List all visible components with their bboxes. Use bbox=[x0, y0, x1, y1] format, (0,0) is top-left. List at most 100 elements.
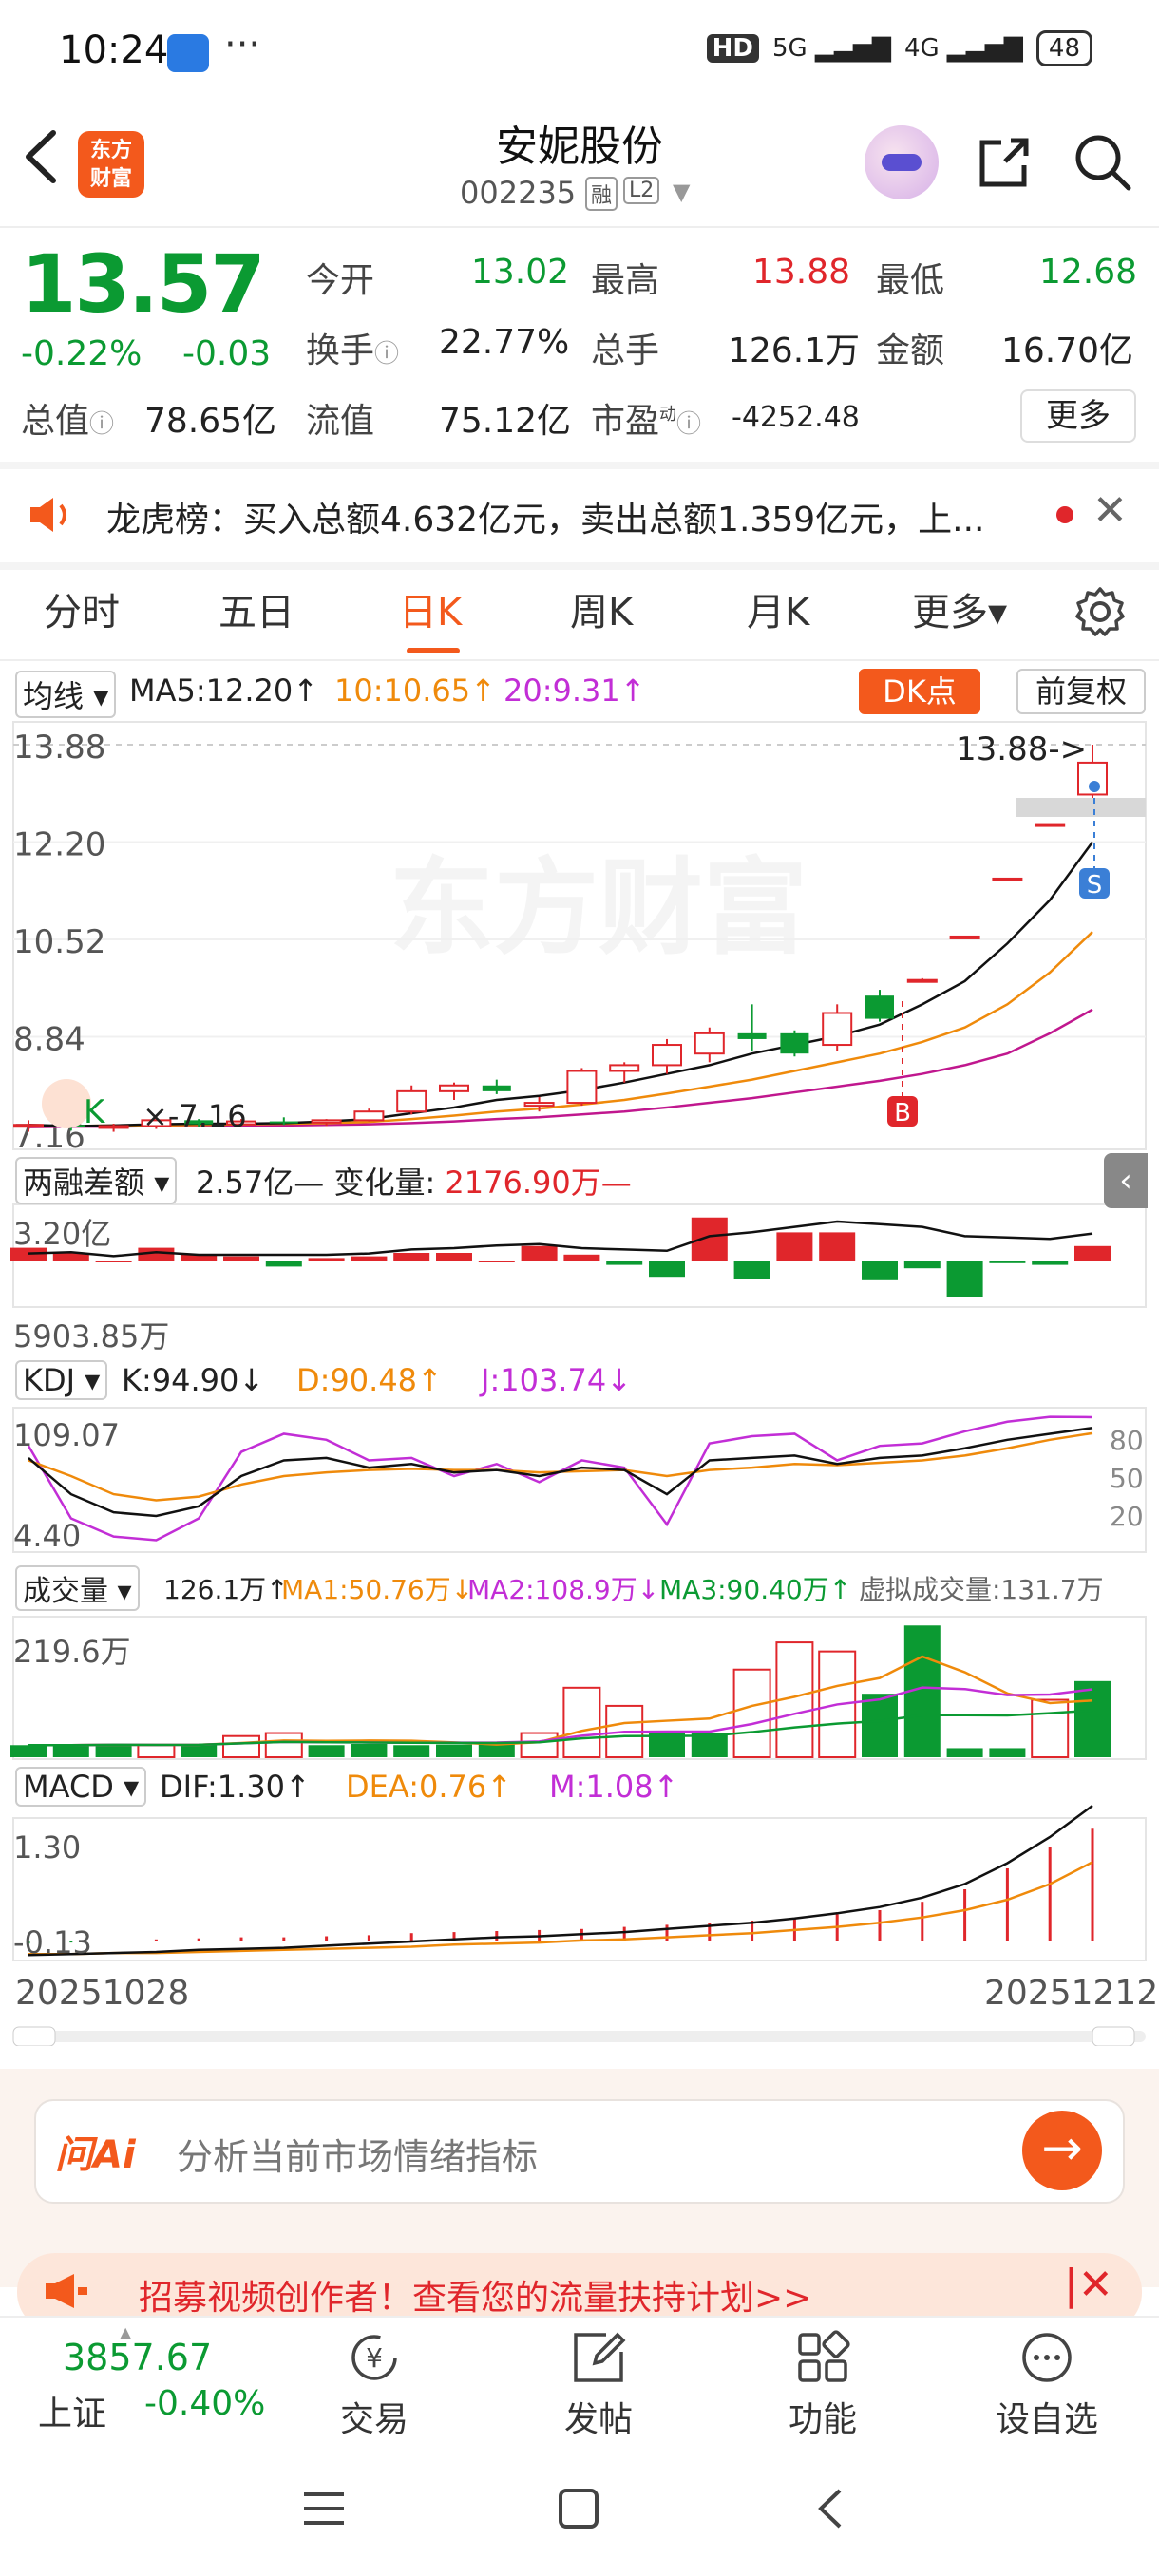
margin-bar bbox=[606, 1261, 643, 1265]
menu-icon[interactable] bbox=[302, 2489, 346, 2532]
candle-body bbox=[992, 877, 1023, 881]
margin-badge: 融 bbox=[585, 177, 618, 211]
margin-bar bbox=[393, 1253, 430, 1261]
nav-trade[interactable]: ¥ 交易 bbox=[308, 2318, 441, 2441]
ma10-readout: 10:10.65↑ bbox=[334, 672, 496, 709]
turnover-label: 换手ⓘ bbox=[306, 331, 400, 370]
more-circle-icon bbox=[1016, 2327, 1077, 2388]
news-ticker[interactable]: 龙虎榜：买入总额4.632亿元，卖出总额1.359亿元，上... bbox=[106, 492, 1018, 541]
ma20-readout: 20:9.31↑ bbox=[504, 672, 646, 709]
amount-value: 16.70亿 bbox=[1001, 331, 1134, 370]
kdj-j-line bbox=[27, 1415, 1093, 1542]
caret-down-icon[interactable]: ▼ bbox=[673, 179, 690, 205]
low-label: 最低 bbox=[876, 261, 945, 300]
candle-body bbox=[906, 978, 938, 983]
total-cap-label: 总值ⓘ bbox=[21, 402, 115, 441]
margin-y-top: 3.20亿 bbox=[13, 1216, 111, 1252]
margin-bar bbox=[478, 1261, 515, 1262]
candle-body bbox=[949, 935, 980, 939]
promo-close-icon[interactable]: |✕ bbox=[1064, 2261, 1113, 2309]
macd-y-top: 1.30 bbox=[13, 1829, 81, 1866]
status-more-dots: ··· bbox=[224, 23, 261, 66]
margin-bar bbox=[1032, 1261, 1069, 1265]
macd-dea-readout: DEA:0.76↑ bbox=[346, 1769, 513, 1805]
margin-bar bbox=[819, 1232, 856, 1261]
robot-visor bbox=[882, 154, 922, 171]
volume-ma1: MA1:50.76万↓ bbox=[281, 1574, 474, 1605]
tab-active-underline bbox=[407, 648, 460, 653]
tab-more[interactable]: 更多▾ bbox=[912, 581, 1007, 636]
unread-dot bbox=[1056, 506, 1074, 523]
nav-post[interactable]: 发帖 bbox=[532, 2318, 665, 2441]
macd-selector[interactable]: MACD ▾ bbox=[15, 1767, 147, 1807]
index-name[interactable]: 上证 bbox=[38, 2386, 106, 2435]
macd-dif-line bbox=[28, 1804, 1093, 1957]
close-icon[interactable]: ✕ bbox=[1092, 486, 1128, 535]
margin-bar bbox=[563, 1254, 600, 1261]
collapse-panel-icon[interactable]: ‹ bbox=[1104, 1153, 1148, 1208]
sell-mark-label: S bbox=[1087, 871, 1103, 900]
kdj-selector[interactable]: KDJ ▾ bbox=[15, 1360, 108, 1400]
ma-selector[interactable]: 均线 ▾ bbox=[15, 671, 117, 718]
svg-text:¥: ¥ bbox=[366, 2342, 383, 2374]
kline-y-label: 10.52 bbox=[13, 923, 105, 961]
kdj-d-readout: D:90.48↑ bbox=[296, 1362, 443, 1398]
macd-dif-readout: DIF:1.30↑ bbox=[160, 1769, 311, 1805]
volume-bar bbox=[351, 1744, 388, 1757]
volume-bar bbox=[989, 1748, 1026, 1757]
margin-bar bbox=[946, 1261, 983, 1297]
volume-selector[interactable]: 成交量 ▾ bbox=[15, 1565, 140, 1611]
volume-bar bbox=[137, 1744, 176, 1758]
scrollbar-track bbox=[13, 2031, 1146, 2042]
search-icon[interactable] bbox=[1074, 133, 1132, 192]
status-time: 10:24 bbox=[59, 28, 169, 72]
index-percent[interactable]: -0.40% bbox=[144, 2384, 265, 2423]
tab-daily-k[interactable]: 日K bbox=[399, 581, 462, 636]
dk-point-button[interactable]: DK点 bbox=[859, 669, 980, 714]
margin-bar bbox=[1074, 1245, 1111, 1261]
date-start: 20251028 bbox=[15, 1974, 189, 2013]
promo-text[interactable]: 招募视频创作者！查看您的流量扶持计划>> bbox=[139, 2270, 811, 2320]
nav-functions[interactable]: 功能 bbox=[756, 2318, 889, 2441]
tab-five-day[interactable]: 五日 bbox=[218, 581, 294, 636]
x-label: ×-7.16 bbox=[142, 1098, 247, 1134]
kdj-level-50: 50 bbox=[1110, 1463, 1144, 1494]
stock-code[interactable]: 002235 bbox=[460, 175, 576, 211]
margin-bar bbox=[989, 1261, 1026, 1263]
volume-ma2: MA2:108.9万↓ bbox=[467, 1574, 660, 1605]
ai-prompt-text[interactable]: 分析当前市场情绪指标 bbox=[177, 2128, 538, 2180]
margin-selector[interactable]: 两融差额 ▾ bbox=[15, 1157, 178, 1204]
margin-bar bbox=[351, 1256, 388, 1261]
buy-mark-label: B bbox=[894, 1099, 911, 1127]
price-highlight-bar bbox=[1016, 798, 1146, 817]
ai-submit-button[interactable]: → bbox=[1022, 2111, 1102, 2190]
float-cap-label: 流值 bbox=[306, 402, 375, 441]
header-divider bbox=[0, 226, 1159, 228]
total-cap-value: 78.65亿 bbox=[144, 402, 277, 441]
megaphone-icon bbox=[42, 2270, 91, 2312]
more-button[interactable]: 更多 bbox=[1020, 389, 1136, 443]
candle-body bbox=[652, 1044, 682, 1067]
candle-body bbox=[482, 1085, 511, 1091]
candle-body bbox=[737, 1032, 767, 1039]
margin-bar bbox=[138, 1247, 175, 1261]
tab-monthly-k[interactable]: 月K bbox=[747, 581, 809, 636]
volume-bar bbox=[222, 1734, 260, 1759]
volume-bar bbox=[478, 1744, 515, 1757]
candle-body bbox=[609, 1064, 640, 1072]
margin-bar bbox=[521, 1245, 558, 1261]
adjustment-button[interactable]: 前复权 bbox=[1016, 669, 1146, 714]
share-icon[interactable] bbox=[977, 135, 1032, 190]
home-icon[interactable] bbox=[557, 2487, 600, 2534]
index-value[interactable]: 3857.67 bbox=[63, 2337, 212, 2378]
speaker-icon bbox=[28, 496, 76, 534]
tab-intraday[interactable]: 分时 bbox=[44, 581, 120, 636]
section-gap bbox=[0, 562, 1159, 570]
back-nav-icon[interactable] bbox=[813, 2485, 847, 2536]
nav-add-watchlist[interactable]: 设自选 bbox=[980, 2318, 1113, 2441]
grid-icon bbox=[792, 2327, 853, 2388]
low-value: 12.68 bbox=[1039, 253, 1138, 292]
tab-weekly-k[interactable]: 周K bbox=[570, 581, 633, 636]
gear-icon[interactable] bbox=[1074, 585, 1127, 638]
macd-y-bottom: -0.13 bbox=[13, 1924, 92, 1960]
